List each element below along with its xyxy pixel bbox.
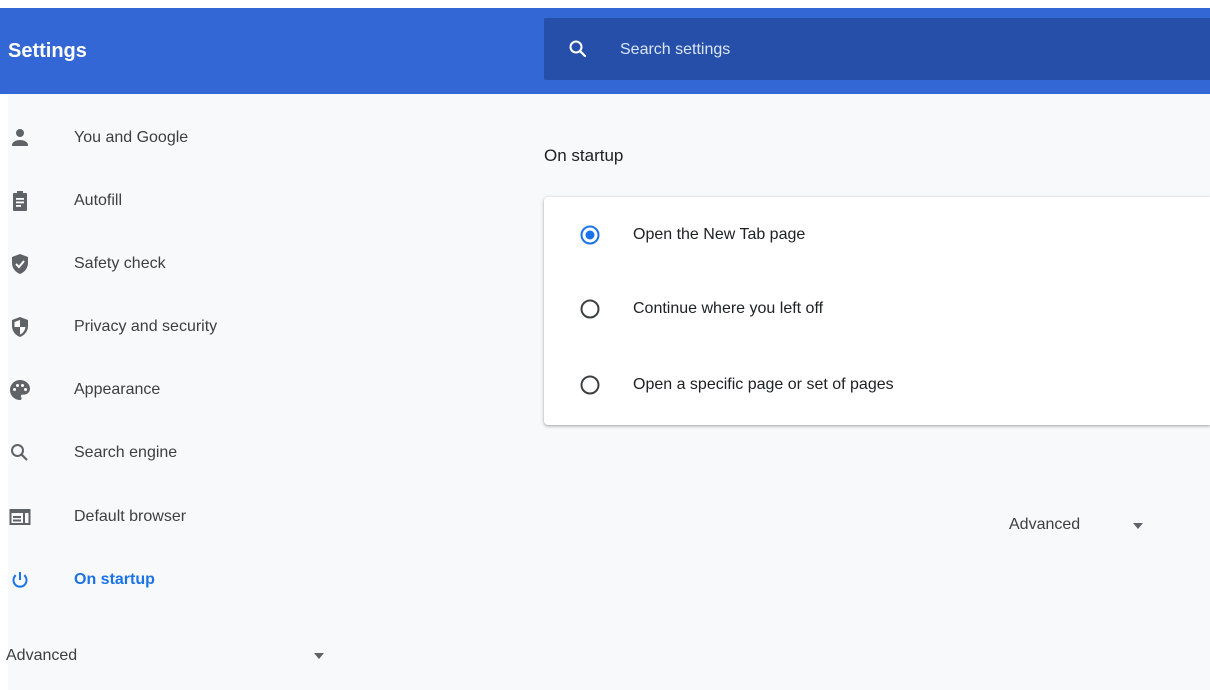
caret-down-icon bbox=[314, 653, 324, 659]
startup-option-label: Continue where you left off bbox=[633, 300, 824, 317]
sidebar-item-safety-check[interactable]: Safety check bbox=[8, 242, 348, 286]
sidebar-item-autofill[interactable]: Autofill bbox=[8, 179, 348, 223]
startup-options-card: Open the New Tab page Continue where you… bbox=[544, 197, 1210, 425]
sidebar-item-label: Search engine bbox=[74, 444, 178, 461]
sidebar-item-appearance[interactable]: Appearance bbox=[8, 368, 348, 412]
palette-icon bbox=[10, 380, 30, 400]
radio-unselected[interactable] bbox=[579, 298, 601, 320]
sidebar-item-label: Privacy and security bbox=[74, 318, 218, 335]
sidebar-advanced-toggle[interactable]: Advanced bbox=[0, 634, 340, 678]
sidebar-item-search-engine[interactable]: Search engine bbox=[8, 431, 348, 475]
sidebar-item-default-browser[interactable]: Default browser bbox=[8, 495, 348, 539]
sidebar-item-label: You and Google bbox=[74, 129, 189, 146]
browser-icon bbox=[9, 509, 31, 525]
shield-check-icon bbox=[12, 254, 28, 274]
sidebar-item-on-startup[interactable]: On startup bbox=[8, 558, 348, 602]
sidebar-item-label: Appearance bbox=[74, 381, 161, 398]
radio-selected[interactable] bbox=[579, 224, 601, 246]
radio-unselected[interactable] bbox=[579, 374, 601, 396]
sidebar-advanced-label: Advanced bbox=[6, 647, 78, 664]
person-icon bbox=[12, 129, 28, 146]
sidebar-item-label: Default browser bbox=[74, 508, 187, 525]
sidebar-item-you-and-google[interactable]: You and Google bbox=[8, 116, 348, 160]
window-top-edge bbox=[0, 0, 1210, 8]
search-box[interactable] bbox=[544, 18, 1210, 82]
startup-option-label: Open the New Tab page bbox=[633, 226, 806, 243]
sidebar-item-label: Autofill bbox=[74, 192, 123, 209]
sidebar-item-label: Safety check bbox=[74, 255, 166, 272]
startup-option-label: Open a specific page or set of pages bbox=[633, 376, 894, 393]
advanced-label: Advanced bbox=[1009, 516, 1081, 533]
sidebar: You and Google Autofill Safety check Pri… bbox=[0, 94, 360, 690]
sidebar-item-privacy-and-security[interactable]: Privacy and security bbox=[8, 305, 348, 349]
sidebar-item-label: On startup bbox=[74, 571, 155, 588]
section-title: On startup bbox=[544, 146, 624, 165]
shield-half-icon bbox=[12, 317, 28, 337]
startup-option-specific-pages[interactable]: Open a specific page or set of pages bbox=[544, 355, 1210, 415]
startup-option-new-tab[interactable]: Open the New Tab page bbox=[544, 205, 1210, 265]
startup-option-continue[interactable]: Continue where you left off bbox=[544, 279, 1210, 339]
caret-down-icon bbox=[1133, 523, 1143, 529]
search-input[interactable] bbox=[618, 18, 1182, 82]
power-icon bbox=[12, 572, 28, 588]
search-icon bbox=[11, 444, 28, 461]
advanced-toggle-button[interactable]: Advanced bbox=[1000, 505, 1160, 545]
settings-header: Settings bbox=[0, 8, 1210, 94]
search-icon[interactable] bbox=[566, 37, 590, 61]
page-title: Settings bbox=[8, 40, 87, 62]
clipboard-icon bbox=[13, 191, 27, 211]
